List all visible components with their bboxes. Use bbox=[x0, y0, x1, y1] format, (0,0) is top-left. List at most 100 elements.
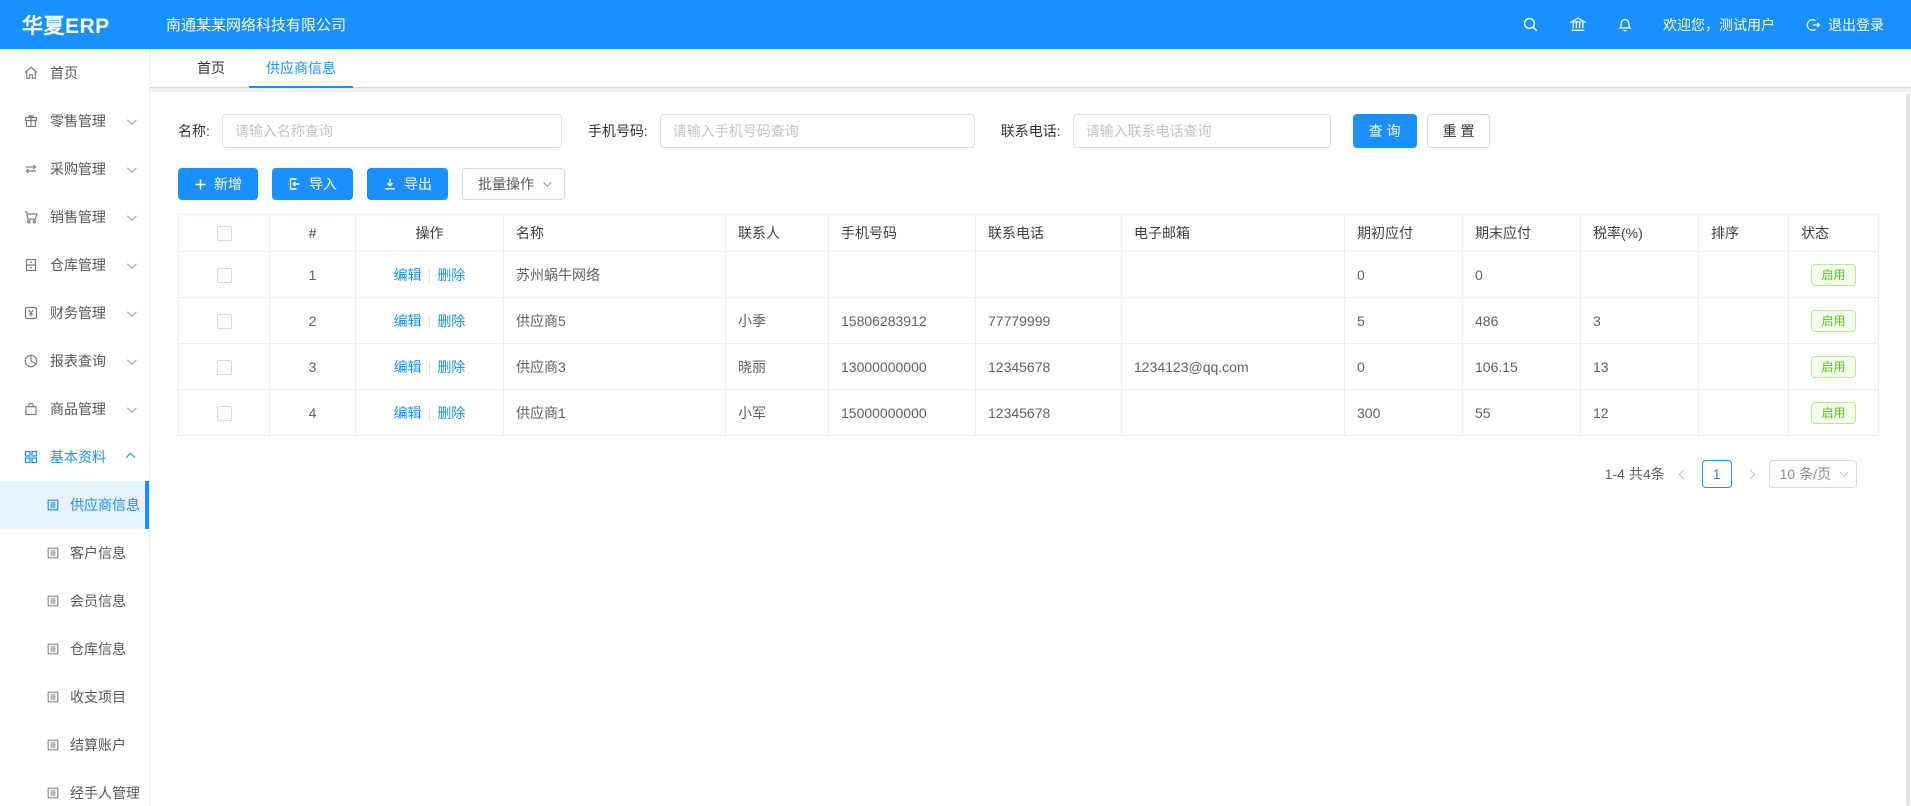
chevron-down-icon bbox=[1840, 468, 1848, 476]
sidebar-item-reports[interactable]: 报表查询 bbox=[0, 337, 149, 385]
cell-telephone: 12345678 bbox=[976, 390, 1122, 436]
cell-name: 供应商5 bbox=[504, 298, 726, 344]
list-icon bbox=[46, 786, 60, 800]
chevron-down-icon bbox=[127, 163, 137, 173]
sidebar-item-member-info[interactable]: 会员信息 bbox=[0, 577, 149, 625]
chevron-right-icon bbox=[1745, 469, 1755, 479]
supplier-table: # 操作 名称 联系人 手机号码 联系电话 电子邮箱 期初应付 期末应付 税率(… bbox=[178, 214, 1879, 436]
separator: | bbox=[428, 359, 432, 375]
row-checkbox[interactable] bbox=[217, 360, 232, 375]
top-header: 华夏ERP 南通某某网络科技有限公司 欢迎您，测试用户 退出登录 bbox=[0, 0, 1911, 49]
phone-filter-input[interactable] bbox=[660, 114, 975, 148]
reset-button[interactable]: 重 置 bbox=[1427, 114, 1491, 148]
search-icon[interactable] bbox=[1522, 16, 1539, 33]
cell-telephone: 12345678 bbox=[976, 344, 1122, 390]
cell-phone bbox=[829, 252, 976, 298]
chevron-down-icon bbox=[543, 178, 551, 186]
tab-home[interactable]: 首页 bbox=[195, 49, 227, 87]
page-number-button[interactable]: 1 bbox=[1702, 460, 1732, 488]
page-size-select[interactable]: 10 条/页 bbox=[1769, 460, 1857, 488]
edit-link[interactable]: 编辑 bbox=[394, 267, 422, 283]
prev-page-button[interactable] bbox=[1678, 471, 1689, 478]
sidebar-item-home[interactable]: 首页 bbox=[0, 49, 149, 97]
delete-link[interactable]: 删除 bbox=[437, 313, 465, 329]
list-icon bbox=[46, 642, 60, 656]
sidebar-item-basedata[interactable]: 基本资料 bbox=[0, 433, 149, 481]
telephone-filter-label: 联系电话: bbox=[1001, 121, 1061, 141]
cell-tax: 13 bbox=[1581, 344, 1699, 390]
sidebar-item-warehouse[interactable]: 仓库管理 bbox=[0, 241, 149, 289]
tab-bar: 首页 供应商信息 bbox=[150, 49, 1911, 88]
cell-contact: 晓丽 bbox=[726, 344, 829, 390]
sidebar-item-purchase[interactable]: 采购管理 bbox=[0, 145, 149, 193]
select-all-checkbox[interactable] bbox=[217, 226, 232, 241]
finance-icon bbox=[23, 305, 39, 321]
bank-icon[interactable] bbox=[1569, 16, 1587, 33]
chevron-left-icon bbox=[1678, 469, 1688, 479]
goods-icon bbox=[23, 401, 39, 417]
delete-link[interactable]: 删除 bbox=[437, 267, 465, 283]
cell-opening: 0 bbox=[1345, 252, 1463, 298]
name-filter-input[interactable] bbox=[222, 114, 562, 148]
status-badge: 启用 bbox=[1811, 356, 1855, 378]
import-button[interactable]: 导入 bbox=[272, 168, 353, 200]
column-opening-payable: 期初应付 bbox=[1345, 215, 1463, 252]
export-button[interactable]: 导出 bbox=[367, 168, 448, 200]
sidebar-item-finance[interactable]: 财务管理 bbox=[0, 289, 149, 337]
sidebar-item-goods[interactable]: 商品管理 bbox=[0, 385, 149, 433]
cell-sort bbox=[1699, 252, 1789, 298]
chevron-down-icon bbox=[127, 355, 137, 365]
sidebar-item-retail[interactable]: 零售管理 bbox=[0, 97, 149, 145]
status-badge: 启用 bbox=[1811, 310, 1855, 332]
sidebar-item-supplier-info[interactable]: 供应商信息 bbox=[0, 481, 149, 529]
chevron-down-icon bbox=[127, 115, 137, 125]
edit-link[interactable]: 编辑 bbox=[394, 359, 422, 375]
table-header-row: # 操作 名称 联系人 手机号码 联系电话 电子邮箱 期初应付 期末应付 税率(… bbox=[179, 215, 1879, 252]
sidebar-item-handler-management[interactable]: 经手人管理 bbox=[0, 769, 149, 806]
cell-closing: 486 bbox=[1463, 298, 1581, 344]
column-phone: 手机号码 bbox=[829, 215, 976, 252]
sidebar-item-settlement-account[interactable]: 结算账户 bbox=[0, 721, 149, 769]
logout-icon bbox=[1805, 17, 1821, 33]
status-badge: 启用 bbox=[1811, 264, 1855, 286]
telephone-filter-input[interactable] bbox=[1073, 114, 1331, 148]
delete-link[interactable]: 删除 bbox=[437, 359, 465, 375]
add-button[interactable]: 新增 bbox=[178, 168, 258, 200]
separator: | bbox=[428, 405, 432, 421]
plus-icon bbox=[194, 178, 207, 191]
cell-tax: 12 bbox=[1581, 390, 1699, 436]
search-button[interactable]: 查 询 bbox=[1353, 114, 1417, 148]
cell-email bbox=[1122, 298, 1345, 344]
chevron-down-icon bbox=[127, 211, 137, 221]
batch-actions-dropdown[interactable]: 批量操作 bbox=[462, 168, 565, 200]
next-page-button[interactable] bbox=[1745, 471, 1756, 478]
column-contact: 联系人 bbox=[726, 215, 829, 252]
phone-filter-label: 手机号码: bbox=[588, 121, 648, 141]
row-checkbox[interactable] bbox=[217, 268, 232, 283]
row-checkbox[interactable] bbox=[217, 314, 232, 329]
column-email: 电子邮箱 bbox=[1122, 215, 1345, 252]
scrollbar[interactable] bbox=[1906, 93, 1910, 806]
sidebar-item-customer-info[interactable]: 客户信息 bbox=[0, 529, 149, 577]
edit-link[interactable]: 编辑 bbox=[394, 405, 422, 421]
logout-button[interactable]: 退出登录 bbox=[1805, 15, 1884, 35]
sidebar-item-warehouse-info[interactable]: 仓库信息 bbox=[0, 625, 149, 673]
cell-tax: 3 bbox=[1581, 298, 1699, 344]
cell-tax bbox=[1581, 252, 1699, 298]
row-checkbox[interactable] bbox=[217, 406, 232, 421]
warehouse-icon bbox=[23, 257, 39, 273]
column-index: # bbox=[270, 215, 356, 252]
chevron-down-icon bbox=[127, 259, 137, 269]
column-telephone: 联系电话 bbox=[976, 215, 1122, 252]
cell-opening: 5 bbox=[1345, 298, 1463, 344]
list-icon bbox=[46, 546, 60, 560]
bell-icon[interactable] bbox=[1617, 16, 1633, 33]
cell-sort bbox=[1699, 298, 1789, 344]
sidebar-item-sales[interactable]: 销售管理 bbox=[0, 193, 149, 241]
sidebar-item-income-expense[interactable]: 收支项目 bbox=[0, 673, 149, 721]
table-row: 1 编辑|删除 苏州蜗牛网络 0 0 启用 bbox=[179, 252, 1879, 298]
main-content: 首页 供应商信息 名称: 手机号码: 联系电话: 查 询 重 置 新增 bbox=[150, 49, 1911, 806]
tab-supplier-info[interactable]: 供应商信息 bbox=[264, 49, 338, 87]
edit-link[interactable]: 编辑 bbox=[394, 313, 422, 329]
delete-link[interactable]: 删除 bbox=[437, 405, 465, 421]
